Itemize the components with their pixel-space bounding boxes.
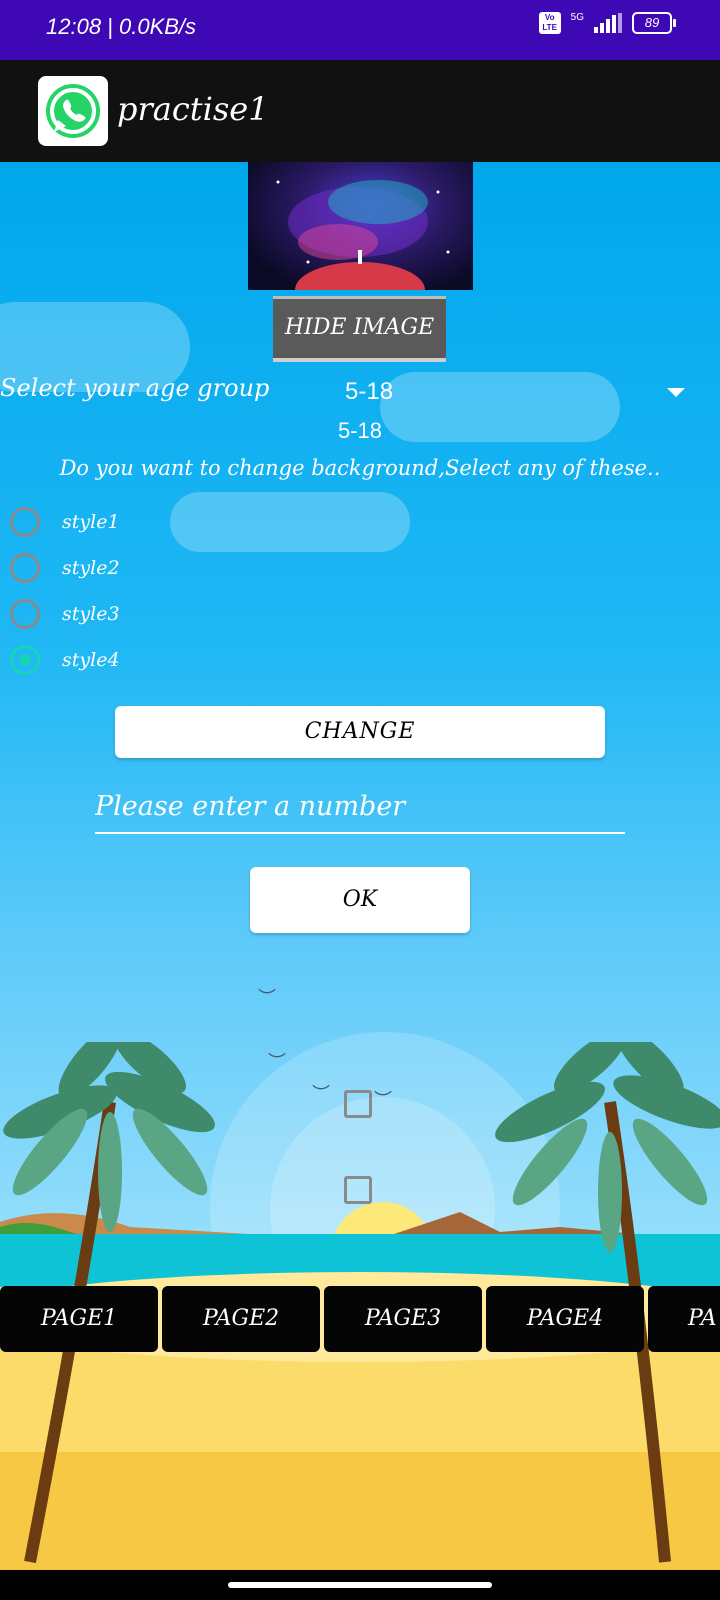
tab-page5[interactable]: PA — [648, 1286, 720, 1352]
main-content: ︶ ︶ ︶ ︶ HIDE IMAGE Select your age group… — [0, 162, 720, 1570]
radio-label: style4 — [62, 649, 120, 671]
app-title: practise1 — [117, 90, 269, 128]
radio-button[interactable] — [10, 507, 40, 537]
bird-icon: ︶ — [312, 1084, 330, 1105]
signal-icon — [594, 13, 622, 33]
radio-label: style3 — [62, 603, 120, 625]
app-bar: practise1 — [0, 60, 720, 162]
status-time: 12:08 | 0.0KB/s — [46, 14, 197, 39]
radio-label: style1 — [62, 511, 120, 533]
radio-label: style2 — [62, 557, 120, 579]
number-input[interactable] — [95, 780, 625, 834]
home-gesture-handle[interactable] — [228, 1582, 492, 1588]
navigation-bar — [0, 1570, 720, 1600]
checkbox[interactable] — [344, 1176, 372, 1204]
volte-icon: Vo LTE — [538, 12, 561, 34]
age-group-label: Select your age group — [0, 374, 270, 402]
space-image — [248, 162, 473, 290]
radio-button[interactable] — [10, 599, 40, 629]
page-tab-bar: PAGE1 PAGE2 PAGE3 PAGE4 PA — [0, 1286, 720, 1352]
age-group-selected: 5-18 — [345, 378, 394, 405]
cloud — [170, 492, 410, 552]
bird-icon: ︶ — [374, 1090, 392, 1111]
radio-button[interactable] — [10, 553, 40, 583]
radio-button-checked[interactable] — [10, 645, 40, 675]
ok-button[interactable]: OK — [250, 867, 470, 933]
whatsapp-logo-icon — [38, 76, 108, 146]
bird-icon: ︶ — [268, 1052, 286, 1073]
background-question: Do you want to change background,Select … — [59, 456, 661, 480]
bird-icon: ︶ — [258, 988, 276, 1009]
status-bar: 12:08 | 0.0KB/s Vo LTE 5G 89 — [0, 0, 720, 60]
change-button[interactable]: CHANGE — [115, 706, 605, 758]
age-group-spinner[interactable]: 5-18 — [345, 374, 685, 414]
tab-page3[interactable]: PAGE3 — [324, 1286, 482, 1352]
radio-style3[interactable]: style3 — [10, 596, 120, 632]
checkbox[interactable] — [344, 1090, 372, 1118]
dropdown-arrow-icon — [667, 388, 685, 397]
tab-page2[interactable]: PAGE2 — [162, 1286, 320, 1352]
tab-page4[interactable]: PAGE4 — [486, 1286, 644, 1352]
radio-style2[interactable]: style2 — [10, 550, 120, 586]
battery-icon: 89 — [632, 12, 676, 34]
radio-style1[interactable]: style1 — [10, 504, 120, 540]
tab-page1[interactable]: PAGE1 — [0, 1286, 158, 1352]
hide-image-button[interactable]: HIDE IMAGE — [273, 296, 446, 362]
status-icons: Vo LTE 5G 89 — [538, 11, 676, 34]
radio-style4[interactable]: style4 — [10, 642, 120, 678]
age-group-echo: 5-18 — [338, 418, 383, 443]
network-type: 5G — [570, 11, 584, 23]
